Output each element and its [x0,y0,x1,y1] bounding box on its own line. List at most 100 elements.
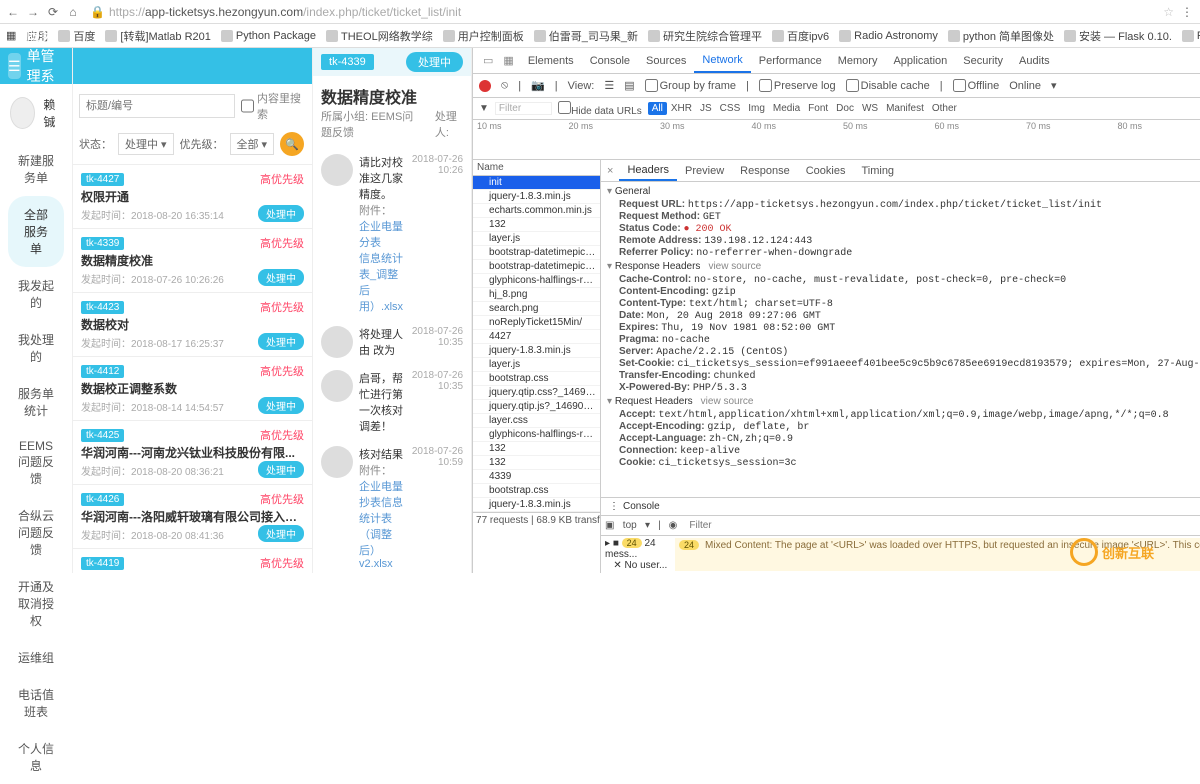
devtools-tab[interactable]: Security [955,48,1011,73]
devtools-tab[interactable]: Network [694,48,750,73]
ticket-row[interactable]: tk-4419权限关闭发起时间：2018-08-17 16:14:33高优先级处… [73,548,312,573]
network-row[interactable]: 132 [473,218,600,232]
context-select[interactable]: ▣ top ▾ [605,520,650,531]
ticket-row[interactable]: tk-4339数据精度校准发起时间：2018-07-26 10:26:26高优先… [73,228,312,292]
devtools-tab[interactable]: Performance [751,48,830,73]
search-in-content[interactable]: 内容里搜索 [241,90,306,122]
network-row[interactable]: 132 [473,456,600,470]
filter-type[interactable]: WS [858,102,882,115]
filter-type[interactable]: XHR [667,102,696,115]
bookmark[interactable]: 安装 — Flask 0.10. [1064,28,1172,44]
search-button[interactable]: 🔍 [280,132,304,156]
view-source-link[interactable]: view source [701,396,754,407]
device-icon[interactable]: ▦ [499,54,517,67]
network-row[interactable]: layer.js [473,358,600,372]
filter-type[interactable]: All [648,102,667,115]
home-icon[interactable]: ⌂ [66,5,80,19]
network-row[interactable]: bootstrap.css [473,484,600,498]
nav-item[interactable]: 电话值班表 [0,676,72,730]
network-row[interactable]: bootstrap-datetimepicker.js [473,246,600,260]
nav-item[interactable]: 新建服务单 [0,142,72,196]
star-icon[interactable]: ☆ [1163,5,1174,19]
network-row[interactable]: 4427 [473,330,600,344]
search-input[interactable] [79,94,235,118]
bookmark[interactable]: Python Extension F [1182,30,1200,42]
devtools-tab[interactable]: Elements [520,48,582,73]
request-tab[interactable]: Response [732,160,798,181]
request-tab[interactable]: Headers [619,160,677,181]
general-section[interactable]: General [607,184,1200,199]
network-row[interactable]: bootstrap.css [473,372,600,386]
apps-icon[interactable]: ▦ [6,29,16,42]
nav-item[interactable]: 开通及取消授权 [0,568,72,639]
network-row[interactable]: 132 [473,442,600,456]
devtools-tab[interactable]: Sources [638,48,694,73]
priority-select[interactable]: 全部▾ [230,133,275,155]
request-tab[interactable]: Cookies [798,160,854,181]
menu-icon[interactable]: ⋮ [1180,5,1194,19]
network-row[interactable]: 4339 [473,470,600,484]
nav-item[interactable]: 合纵云问题反馈 [0,497,72,568]
ticket-row[interactable]: tk-4425华润河南---河南龙兴钛业科技股份有限...发起时间：2018-0… [73,420,312,484]
capture-icon[interactable]: 📷 [531,79,545,92]
bookmark[interactable]: Python Package [221,30,316,42]
network-row[interactable]: layer.js [473,232,600,246]
filter-type[interactable]: Font [804,102,832,115]
group-by-frame[interactable]: Group by frame [645,79,736,92]
bookmark[interactable]: python 简单图像处 [948,28,1054,44]
nav-item[interactable]: 我发起的 [0,267,72,321]
devtools-tab[interactable]: Console [582,48,638,73]
url-bar[interactable]: 🔒 https://app-ticketsys.hezongyun.com/in… [86,5,1153,19]
inspect-icon[interactable]: ▭ [479,54,497,67]
bookmark[interactable]: 伯雷哥_司马果_新 [534,28,638,44]
view-large-icon[interactable]: ☰ [604,79,614,92]
network-row[interactable]: glyphicons-halflings-regular.w [473,428,600,442]
network-row[interactable]: glyphicons-halflings-regular.w [473,274,600,288]
request-tab[interactable]: Timing [853,160,902,181]
online-select[interactable]: Online [1009,80,1041,92]
network-row[interactable]: echarts.common.min.js [473,204,600,218]
network-row[interactable]: hj_8.png [473,288,600,302]
record-icon[interactable] [479,80,491,92]
filter-type[interactable]: Other [928,102,961,115]
devtools-tab[interactable]: Memory [830,48,886,73]
bookmark[interactable]: [转载]Matlab R201 [105,28,210,44]
filter-input[interactable]: Filter [495,102,552,115]
disable-cache[interactable]: Disable cache [846,79,930,92]
nav-item[interactable]: 运维组 [0,639,72,676]
nav-item[interactable]: 全部服务单 [8,196,64,267]
ticket-row[interactable]: tk-4412数据校正调整系数发起时间：2018-08-14 14:54:57高… [73,356,312,420]
nav-item[interactable]: 我处理的 [0,321,72,375]
network-row[interactable]: noReplyTicket15Min/ [473,316,600,330]
nav-item[interactable]: EEMS问题反馈 [0,429,72,497]
filter-type[interactable]: Media [769,102,804,115]
response-headers-section[interactable]: Response Headers [615,261,701,272]
console-filter[interactable] [685,520,1200,531]
eye-icon[interactable]: ◉ [669,520,678,531]
bookmark[interactable]: Radio Astronomy [839,30,938,42]
close-icon[interactable]: × [601,165,619,177]
network-timeline[interactable]: 10 ms20 ms30 ms40 ms50 ms60 ms70 ms80 ms… [473,120,1200,160]
network-row[interactable]: jquery-1.8.3.min.js [473,344,600,358]
network-row[interactable]: search.png [473,302,600,316]
offline-check[interactable]: Offline [953,79,1000,92]
back-icon[interactable]: ← [6,5,20,19]
ticket-row[interactable]: tk-4426华润河南---洛阳威轩玻璃有限公司接入系统发起时间：2018-08… [73,484,312,548]
status-select[interactable]: 处理中▾ [118,133,174,155]
network-row[interactable]: init [473,176,600,190]
devtools-tab[interactable]: Audits [1011,48,1058,73]
forward-icon[interactable]: → [26,5,40,19]
bookmark[interactable]: 用户控制面板 [443,28,524,44]
bookmark[interactable]: 百度ipv6 [772,28,829,44]
nav-item[interactable]: 个人信息 [0,730,72,784]
network-row[interactable]: jquery-1.8.3.min.js [473,498,600,512]
devtools-tab[interactable]: Application [885,48,955,73]
hide-data-urls[interactable]: Hide data URLs [558,101,642,117]
network-row[interactable]: layer.css [473,414,600,428]
view-source-link[interactable]: view source [708,261,761,272]
filter-type[interactable]: Img [744,102,769,115]
network-row[interactable]: jquery-1.8.3.min.js [473,190,600,204]
preserve-log[interactable]: Preserve log [759,79,836,92]
view-small-icon[interactable]: ▤ [624,79,634,92]
network-row[interactable]: bootstrap-datetimepicker.zh-C [473,260,600,274]
